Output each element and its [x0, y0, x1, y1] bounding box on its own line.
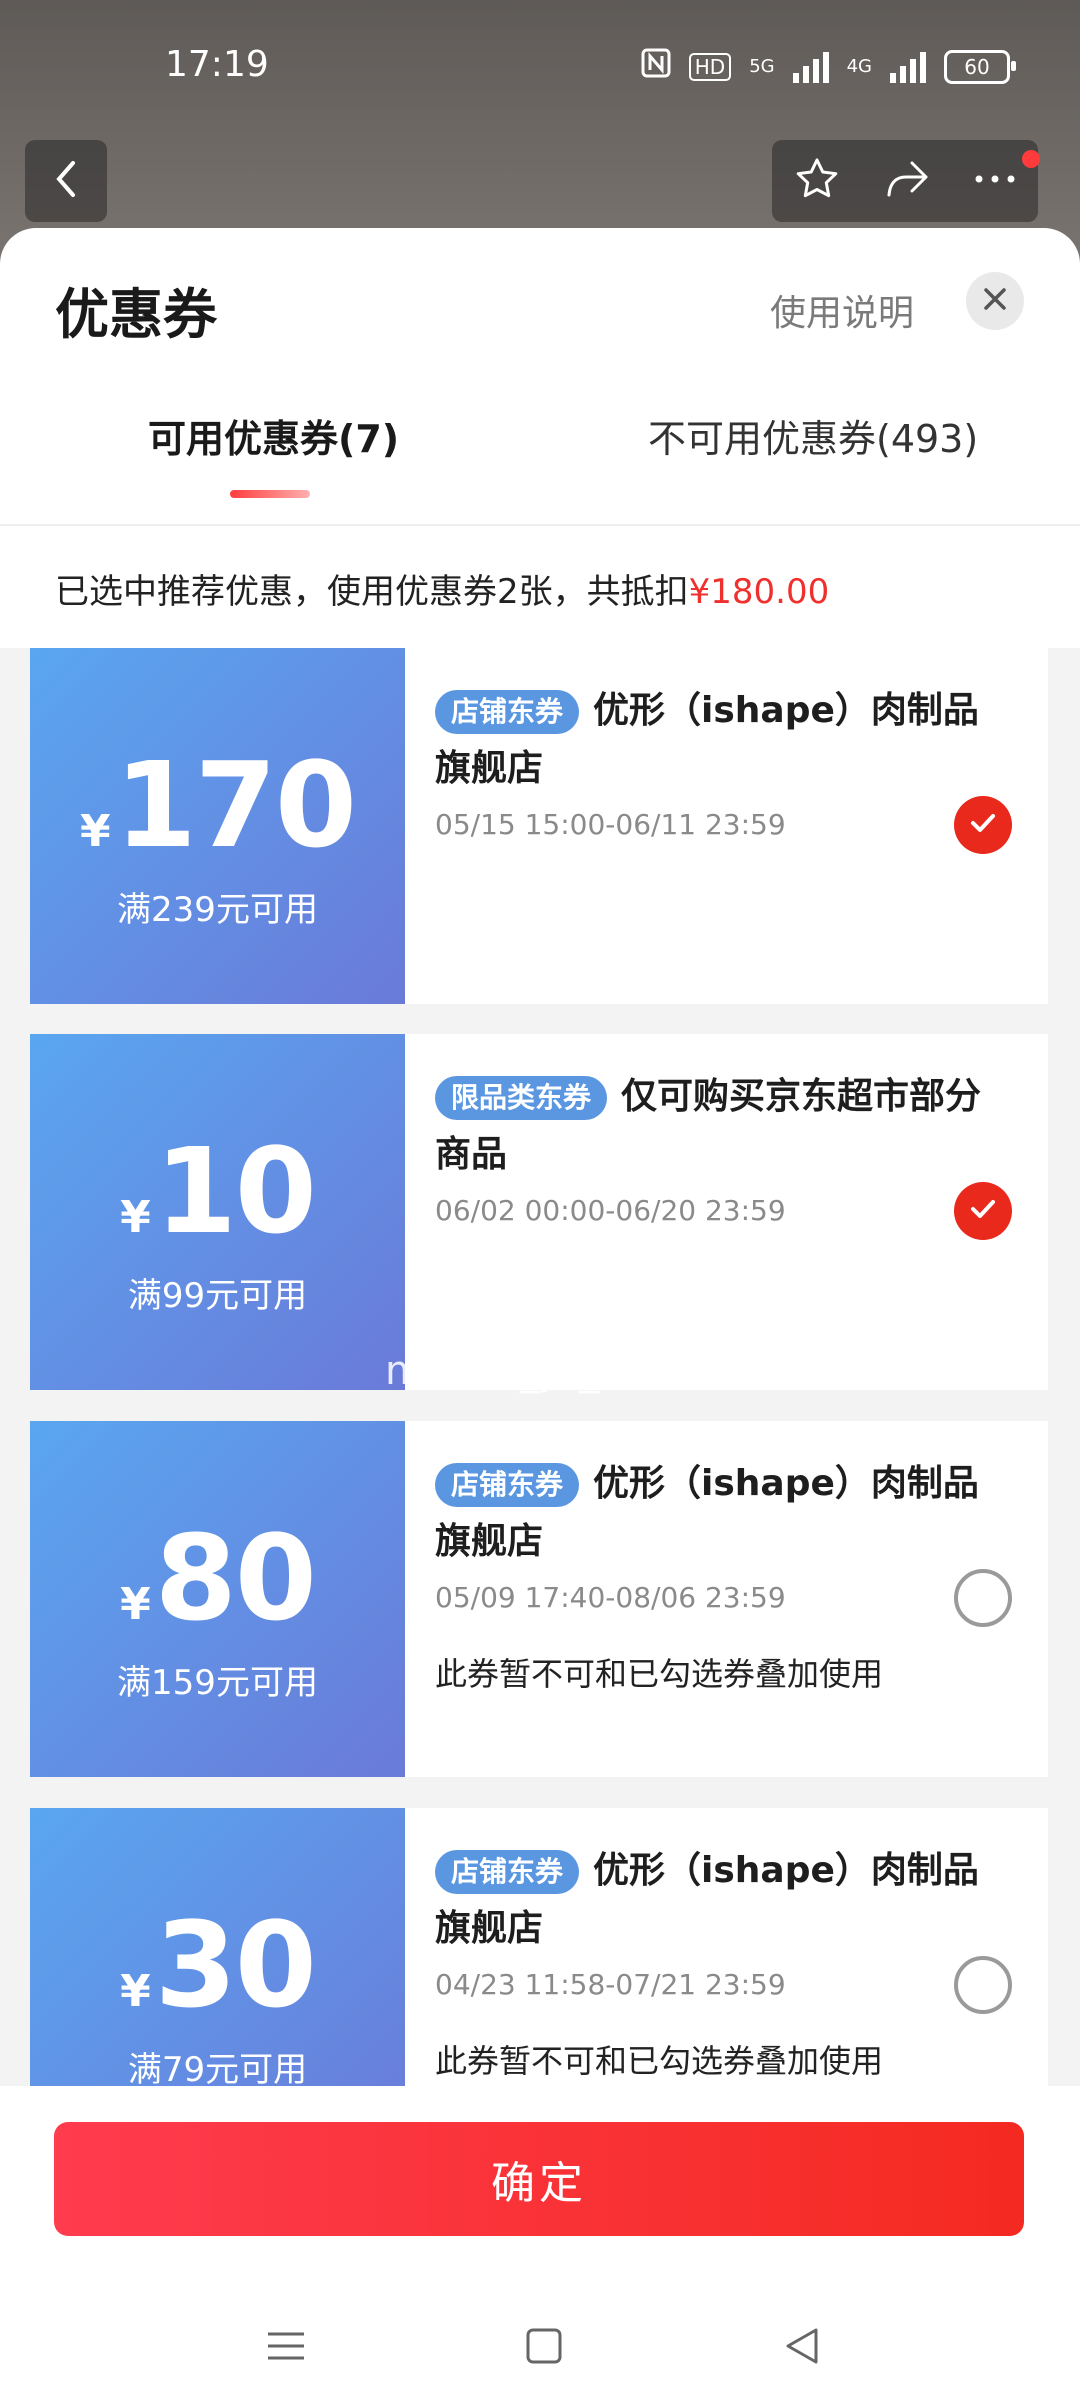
coupon-note: 此券暂不可和已勾选券叠加使用 — [435, 2042, 884, 2080]
selection-summary: 已选中推荐优惠，使用优惠券2张，共抵扣¥180.00 — [55, 564, 829, 613]
notification-dot — [1022, 150, 1040, 168]
coupon-validity: 06/02 00:00-06/20 23:59 — [435, 1194, 786, 1227]
chevron-left-icon — [51, 159, 81, 203]
coupon-title: 店铺东券 优形（ishape）肉制品旗舰店 — [435, 1842, 995, 1958]
back-button[interactable] — [25, 140, 107, 222]
coupon-amount-value: 10 — [154, 1122, 317, 1260]
coupon-amount-value: 80 — [154, 1509, 317, 1647]
coupon-amount: ¥10 — [30, 1122, 405, 1260]
coupon-validity: 04/23 11:58-07/21 23:59 — [435, 1968, 786, 2001]
battery-icon: 60 — [944, 49, 1016, 84]
divider — [0, 524, 1080, 526]
close-button[interactable] — [966, 272, 1024, 330]
coupon-condition: 满99元可用 — [127, 1276, 308, 1316]
menu-icon[interactable] — [266, 2326, 306, 2370]
star-icon[interactable] — [793, 155, 841, 207]
coupon-checkbox-unchecked[interactable] — [954, 1956, 1012, 2014]
watermark: mnbill_jc_1e — [385, 1348, 656, 1394]
coupon-validity: 05/15 15:00-06/11 23:59 — [435, 808, 786, 841]
tab-unavailable[interactable]: 不可用优惠券(493) — [648, 408, 978, 463]
hd-icon: HD — [688, 52, 732, 81]
coupon-checkbox-checked[interactable] — [954, 1182, 1012, 1240]
back-nav-icon[interactable] — [782, 2326, 822, 2370]
yen-symbol: ¥ — [120, 1966, 151, 2017]
coupon-amount: ¥30 — [30, 1896, 405, 2034]
summary-amount: ¥180.00 — [688, 572, 830, 612]
coupon-tabs: 可用优惠券(7) 不可用优惠券(493) — [0, 408, 1080, 518]
coupon-card[interactable]: ¥80 满159元可用 店铺东券 优形（ishape）肉制品旗舰店 05/09 1… — [30, 1421, 1048, 1777]
coupon-amount-value: 30 — [154, 1896, 317, 2034]
yen-symbol: ¥ — [120, 1192, 151, 1243]
coupon-sheet: 优惠券 使用说明 可用优惠券(7) 不可用优惠券(493) 已选中推荐优惠，使用… — [0, 228, 1080, 2400]
coupon-title: 店铺东券 优形（ishape）肉制品旗舰店 — [435, 682, 995, 798]
coupon-checkbox-unchecked[interactable] — [954, 1569, 1012, 1627]
usage-instructions-link[interactable]: 使用说明 — [770, 284, 914, 336]
coupon-card[interactable]: ¥170 满239元可用 店铺东券 优形（ishape）肉制品旗舰店 05/15 … — [30, 648, 1048, 1004]
coupon-validity: 05/09 17:40-08/06 23:59 — [435, 1581, 786, 1614]
coupon-card[interactable]: ¥10 满99元可用 限品类东券 仅可购买京东超市部分商品 06/02 00:00… — [30, 1034, 1048, 1390]
top-actions — [772, 140, 1038, 222]
coupon-amount: ¥80 — [30, 1509, 405, 1647]
coupon-amount-value: 170 — [114, 736, 357, 874]
coupon-value-panel: ¥10 满99元可用 — [30, 1034, 405, 1390]
yen-symbol: ¥ — [120, 1579, 151, 1630]
coupon-tag: 店铺东券 — [435, 1463, 580, 1507]
coupon-tag: 店铺东券 — [435, 1850, 580, 1894]
close-icon — [982, 286, 1008, 316]
signal-icon — [792, 51, 829, 83]
check-icon — [967, 807, 999, 843]
summary-text: 已选中推荐优惠，使用优惠券2张，共抵扣 — [55, 572, 689, 612]
tab-available[interactable]: 可用优惠券(7) — [148, 408, 399, 463]
system-navigation — [0, 2326, 1080, 2386]
coupon-checkbox-checked[interactable] — [954, 796, 1012, 854]
check-icon — [967, 1193, 999, 1229]
coupon-condition: 满159元可用 — [117, 1663, 318, 1703]
coupon-title: 限品类东券 仅可购买京东超市部分商品 — [435, 1068, 995, 1184]
net-5g-label: 5G — [749, 56, 775, 77]
battery-level: 60 — [964, 54, 990, 79]
coupon-note: 此券暂不可和已勾选券叠加使用 — [435, 1655, 884, 1693]
coupon-amount: ¥170 — [30, 736, 405, 874]
coupon-condition: 满239元可用 — [117, 890, 318, 930]
status-bar: 17:19 HD 5G 4G 60 — [0, 0, 1080, 120]
net-4g-label: 4G — [846, 56, 872, 77]
status-icons: HD 5G 4G 60 — [641, 48, 1016, 85]
coupon-condition: 满79元可用 — [127, 2050, 308, 2090]
nfc-icon — [641, 48, 671, 85]
active-tab-indicator — [230, 490, 310, 498]
share-icon[interactable] — [882, 155, 932, 207]
status-time: 17:19 — [165, 44, 269, 85]
coupon-tag: 店铺东券 — [435, 690, 580, 734]
bottom-bar: 确定 — [0, 2086, 1080, 2400]
more-icon[interactable] — [973, 155, 1017, 207]
confirm-button[interactable]: 确定 — [54, 2122, 1024, 2236]
coupon-value-panel: ¥80 满159元可用 — [30, 1421, 405, 1777]
coupon-title: 店铺东券 优形（ishape）肉制品旗舰店 — [435, 1455, 995, 1571]
yen-symbol: ¥ — [80, 806, 111, 857]
coupon-tag: 限品类东券 — [435, 1076, 608, 1120]
coupon-value-panel: ¥170 满239元可用 — [30, 648, 405, 1004]
signal-icon-2 — [890, 51, 926, 83]
home-icon[interactable] — [524, 2326, 564, 2370]
sheet-title: 优惠券 — [55, 283, 217, 346]
